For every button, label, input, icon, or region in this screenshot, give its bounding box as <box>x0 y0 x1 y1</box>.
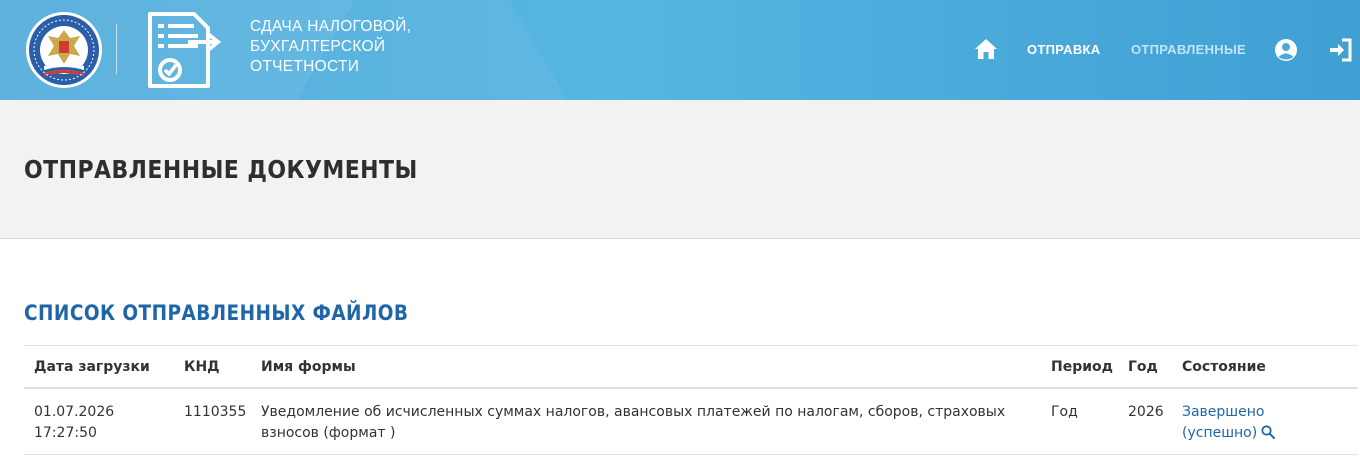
column-header-form[interactable]: Имя формы <box>261 359 1041 375</box>
section-title: СПИСОК ОТПРАВЛЕННЫХ ФАЙЛОВ <box>24 301 409 325</box>
nav-sent-link[interactable]: ОТПРАВЛЕННЫЕ <box>1131 42 1246 57</box>
home-icon[interactable] <box>974 38 998 60</box>
page-title: ОТПРАВЛЕННЫЕ ДОКУМЕНТЫ <box>24 155 418 184</box>
cell-period: Год <box>1051 404 1078 420</box>
service-title-line-3: ОТЧЕТНОСТИ <box>250 58 360 75</box>
nav-send-link[interactable]: ОТПРАВКА <box>1027 42 1100 57</box>
search-icon[interactable] <box>1261 425 1276 439</box>
sent-files-table: Дата загрузки КНД Имя формы Период Год С… <box>24 345 1358 455</box>
main-nav: ОТПРАВКА ОТПРАВЛЕННЫЕ <box>940 0 1360 100</box>
status-link-line-2[interactable]: (успешно) <box>1182 425 1257 441</box>
cell-status: Завершено (успешно) <box>1182 402 1352 444</box>
column-header-knd[interactable]: КНД <box>184 359 254 375</box>
cell-date: 01.07.2026 17:27:50 <box>34 402 174 444</box>
header-divider <box>116 24 117 74</box>
logout-icon[interactable] <box>1328 38 1352 62</box>
status-link-line-1[interactable]: Завершено <box>1182 402 1352 423</box>
column-header-year[interactable]: Год <box>1128 359 1178 375</box>
service-title: СДАЧА НАЛОГОВОЙ, БУХГАЛТЕРСКОЙ ОТЧЕТНОСТ… <box>250 17 450 77</box>
column-header-status[interactable]: Состояние <box>1182 359 1352 375</box>
cell-form-name: Уведомление об исчисленных суммах налого… <box>261 404 1006 441</box>
service-title-line-1: СДАЧА НАЛОГОВОЙ, <box>250 18 412 35</box>
upload-date: 01.07.2026 <box>34 404 115 420</box>
page-title-band: ОТПРАВЛЕННЫЕ ДОКУМЕНТЫ <box>0 100 1360 239</box>
fns-emblem-logo[interactable] <box>24 10 104 90</box>
table-header-row: Дата загрузки КНД Имя формы Период Год С… <box>24 345 1358 389</box>
service-title-line-2: БУХГАЛТЕРСКОЙ <box>250 38 386 55</box>
cell-year: 2026 <box>1128 404 1164 420</box>
column-header-period[interactable]: Период <box>1051 359 1121 375</box>
document-report-icon <box>148 12 222 88</box>
upload-time: 17:27:50 <box>34 425 97 441</box>
column-header-date[interactable]: Дата загрузки <box>34 359 174 375</box>
user-icon[interactable] <box>1274 38 1298 62</box>
cell-knd: 1110355 <box>184 404 247 420</box>
site-header: СДАЧА НАЛОГОВОЙ, БУХГАЛТЕРСКОЙ ОТЧЕТНОСТ… <box>0 0 1360 100</box>
table-row: 01.07.2026 17:27:50 1110355 Уведомление … <box>24 389 1358 455</box>
